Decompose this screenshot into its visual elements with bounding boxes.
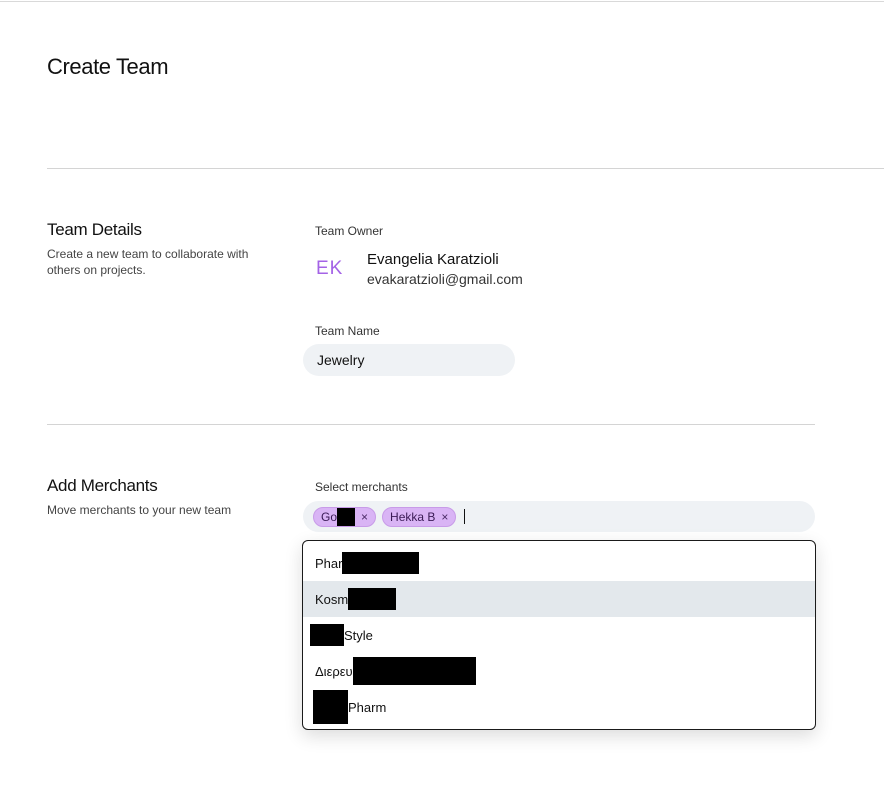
add-merchants-title: Add Merchants [47, 476, 158, 495]
team-details-title: Team Details [47, 220, 142, 239]
top-border [0, 1, 884, 2]
option-label: Pharm [348, 699, 387, 715]
option-label: Style [344, 627, 373, 643]
merchant-option[interactable]: Style [303, 617, 815, 653]
team-name-input[interactable] [303, 344, 515, 376]
redacted-text [342, 552, 420, 574]
redacted-text [313, 690, 348, 724]
team-details-description: Create a new team to collaborate with ot… [47, 247, 249, 277]
owner-avatar: EK [316, 258, 344, 279]
page-title: Create Team [47, 54, 169, 79]
redacted-text [348, 588, 397, 610]
owner-email: evakaratzioli@gmail.com [367, 271, 523, 287]
team-owner-label: Team Owner [315, 224, 384, 238]
chip-remove-icon[interactable]: × [361, 511, 368, 523]
redacted-text [352, 657, 476, 685]
add-merchants-description: Move merchants to your new team [47, 503, 232, 517]
merchant-option[interactable]: Phar [303, 545, 815, 581]
merchant-chip-label: Hekka B [390, 509, 436, 524]
option-label: Phar [315, 555, 343, 571]
merchant-chip: Hekka B × [382, 506, 457, 527]
section-divider [47, 168, 884, 169]
merchant-dropdown: Phar Kosm Style Διερευ Pharm [302, 540, 816, 730]
merchant-chip: Go × [313, 506, 377, 527]
merchant-option[interactable]: Διερευ [303, 653, 815, 689]
section-divider [47, 424, 815, 425]
select-merchants-label: Select merchants [315, 480, 408, 494]
option-label: Kosm [315, 591, 349, 607]
owner-name: Evangelia Karatzioli [367, 251, 499, 268]
merchant-option-highlighted[interactable]: Kosm [303, 581, 815, 617]
merchant-option[interactable]: Pharm [303, 689, 815, 725]
redacted-text [337, 507, 356, 526]
text-cursor [464, 509, 466, 524]
merchant-select-input[interactable]: Go × Hekka B × [303, 501, 815, 532]
chip-remove-icon[interactable]: × [441, 511, 448, 523]
option-label: Διερευ [315, 663, 353, 679]
merchant-chip-label: Go [321, 509, 338, 524]
team-name-label: Team Name [315, 324, 380, 338]
redacted-text [310, 624, 344, 646]
